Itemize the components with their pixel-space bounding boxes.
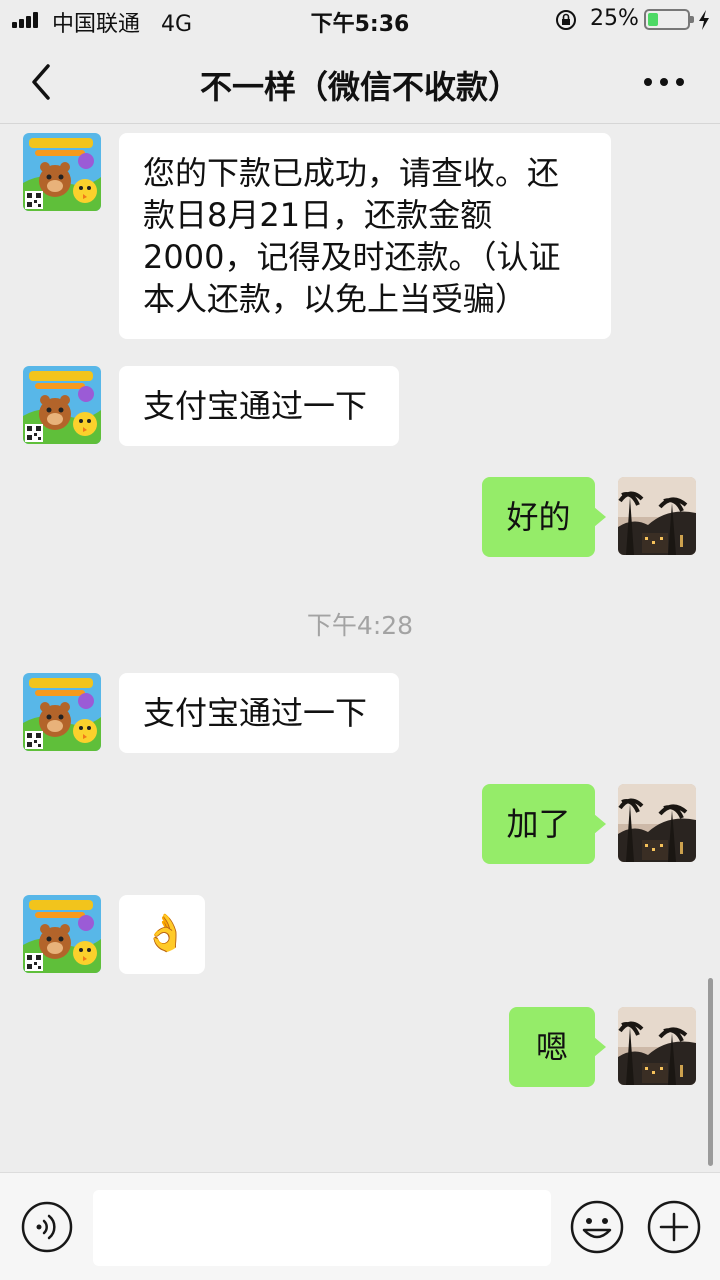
message-bubble-outgoing[interactable]: 好的 [482, 477, 606, 557]
message-bubble-outgoing[interactable]: 加了 [482, 784, 606, 864]
orientation-lock-icon [556, 10, 576, 30]
message-input[interactable] [93, 1190, 551, 1266]
smile-icon[interactable] [570, 1200, 624, 1254]
contact-avatar[interactable] [23, 673, 101, 751]
my-avatar[interactable] [618, 784, 696, 862]
battery-percent: 25% [590, 6, 639, 31]
contact-avatar[interactable] [23, 133, 101, 211]
message-bubble-incoming[interactable]: 您的下款已成功，请查收。还款日8月21日，还款金额2000，记得及时还款。（认证… [119, 133, 611, 339]
message-bubble-outgoing[interactable]: 嗯 [509, 1007, 606, 1087]
plus-icon[interactable] [647, 1200, 701, 1254]
chevron-left-icon[interactable] [22, 60, 62, 104]
my-avatar[interactable] [618, 477, 696, 555]
battery-icon [644, 9, 694, 30]
message-bubble-incoming[interactable]: 支付宝通过一下 [119, 673, 399, 753]
contact-avatar[interactable] [23, 366, 101, 444]
voice-icon[interactable] [21, 1201, 73, 1253]
charging-bolt-icon [699, 10, 709, 30]
input-bar [0, 1172, 720, 1280]
status-bar: 中国联通 4G 下午5:36 25% [0, 0, 720, 40]
chat-title: 不一样（微信不收款） [199, 68, 520, 106]
message-bubble-incoming[interactable]: 支付宝通过一下 [119, 366, 399, 446]
scrollbar[interactable] [708, 978, 713, 1166]
nav-bar: 不一样（微信不收款） [0, 40, 720, 124]
timestamp-divider: 下午4:28 [306, 611, 414, 640]
more-dots-icon[interactable] [644, 78, 688, 88]
ok-hand-emoji-bubble[interactable]: 👌 [119, 895, 205, 974]
contact-avatar[interactable] [23, 895, 101, 973]
my-avatar[interactable] [618, 1007, 696, 1085]
